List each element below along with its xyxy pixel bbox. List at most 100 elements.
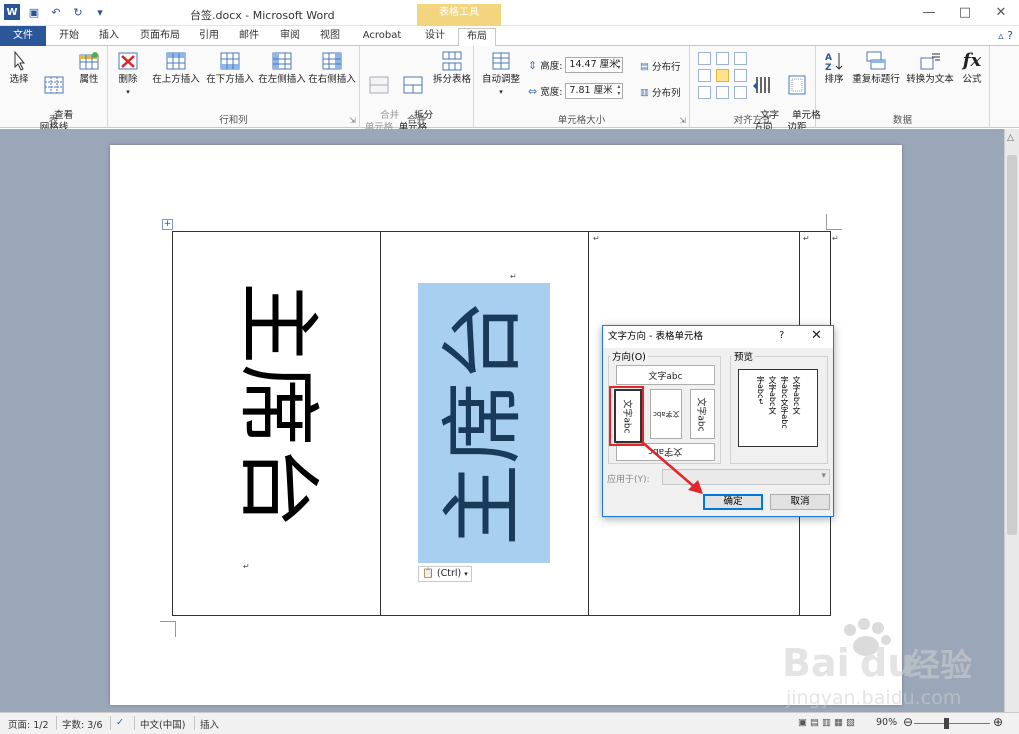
select-button[interactable]: 选择 bbox=[4, 50, 34, 86]
tab-review[interactable]: 审阅 bbox=[275, 28, 305, 46]
convert-to-text-button[interactable]: 转换为文本 bbox=[904, 50, 956, 86]
distribute-columns-button[interactable]: ▥ 分布列 bbox=[640, 85, 681, 100]
repeat-header-rows-button[interactable]: 重复标题行 bbox=[850, 50, 902, 86]
insert-right-button[interactable]: 在右侧插入 bbox=[306, 50, 358, 86]
view-mode-icons[interactable]: ▣ ▤ ▥ ▦ ▧ bbox=[798, 717, 855, 728]
word-count[interactable]: 字数: 3/6 bbox=[62, 717, 103, 731]
paragraph-mark: ↵ bbox=[510, 272, 517, 281]
width-spinner[interactable]: 7.81 厘米 bbox=[565, 83, 624, 99]
zoom-slider-thumb[interactable] bbox=[944, 718, 949, 729]
group-rows-columns-label: 行和列 bbox=[219, 115, 248, 126]
cell-2-text[interactable]: 主席台 bbox=[436, 300, 531, 546]
help-icon[interactable]: ? bbox=[779, 330, 784, 341]
proofing-icon[interactable]: ✓ bbox=[116, 717, 124, 728]
cell-1-text-wrap: 主席台 bbox=[180, 240, 374, 570]
split-table-icon bbox=[442, 51, 462, 71]
rows-columns-launcher-icon[interactable]: ⇲ bbox=[349, 116, 356, 125]
undo-icon[interactable]: ↶ bbox=[48, 4, 64, 20]
redo-icon[interactable]: ↻ bbox=[70, 4, 86, 20]
distribute-columns-icon: ▥ bbox=[640, 86, 649, 98]
cell-1-text[interactable]: 主席台 bbox=[230, 282, 325, 528]
direction-option-horizontal[interactable]: 文字abc bbox=[616, 365, 715, 385]
status-separator bbox=[194, 716, 195, 730]
delete-button[interactable]: 删除 ▾ bbox=[112, 50, 144, 98]
insert-left-button[interactable]: 在左侧插入 bbox=[256, 50, 308, 86]
insert-below-button[interactable]: 在下方插入 bbox=[204, 50, 256, 86]
insert-right-label: 在右侧插入 bbox=[308, 74, 356, 85]
align-middle-center-button[interactable] bbox=[716, 69, 729, 82]
tab-design[interactable]: 设计 bbox=[418, 28, 452, 46]
autofit-label: 自动调整 bbox=[481, 74, 520, 85]
table-move-handle[interactable]: + bbox=[162, 219, 173, 230]
annotation-arrow bbox=[641, 441, 703, 494]
table-tools-context-label: 表格工具 bbox=[417, 4, 501, 26]
preview-label: 预览 bbox=[732, 349, 756, 363]
cell-size-launcher-icon[interactable]: ⇲ bbox=[679, 116, 686, 125]
cancel-button[interactable]: 取消 bbox=[770, 494, 830, 510]
formula-button[interactable]: fx 公式 bbox=[958, 50, 986, 86]
tab-layout[interactable]: 布局 bbox=[458, 28, 496, 47]
tab-references[interactable]: 引用 bbox=[194, 28, 224, 46]
customize-qat-icon[interactable]: ▾ bbox=[92, 4, 108, 20]
zoom-out-icon[interactable]: ⊖ bbox=[903, 715, 913, 729]
baidu-jingyan-watermark: Bai du 经验 jingyan.baidu.com bbox=[782, 618, 972, 709]
insert-above-button[interactable]: 在上方插入 bbox=[150, 50, 202, 86]
properties-button[interactable]: 属性 bbox=[74, 50, 104, 86]
save-icon[interactable]: ▣ bbox=[26, 4, 42, 20]
zoom-slider[interactable] bbox=[914, 723, 990, 724]
gridlines-icon bbox=[44, 76, 64, 94]
align-top-right-button[interactable] bbox=[734, 52, 747, 65]
paste-options-button[interactable]: 📋 (Ctrl) ▾ bbox=[418, 566, 472, 582]
preview-box: 文字abc文 字abc文字abc 文字abc文 字abc↵ bbox=[738, 369, 818, 447]
height-spinner[interactable]: 14.47 厘米 bbox=[565, 57, 624, 73]
split-table-label: 拆分表格 bbox=[432, 74, 471, 85]
tab-view[interactable]: 视图 bbox=[315, 28, 345, 46]
page-count[interactable]: 页面: 1/2 bbox=[8, 717, 49, 731]
distribute-rows-icon: ▤ bbox=[640, 60, 649, 72]
vertical-scrollbar[interactable]: △ bbox=[1004, 129, 1019, 712]
align-bottom-center-button[interactable] bbox=[716, 86, 729, 99]
autofit-button[interactable]: 自动调整 ▾ bbox=[478, 50, 524, 98]
align-bottom-right-button[interactable] bbox=[734, 86, 747, 99]
tab-mailings[interactable]: 邮件 bbox=[234, 28, 264, 46]
sort-button[interactable]: AZ 排序 bbox=[820, 50, 848, 86]
insert-above-label: 在上方插入 bbox=[152, 74, 200, 85]
preview-line: 文字abc文 bbox=[768, 376, 777, 415]
split-table-button[interactable]: 拆分表格 bbox=[430, 50, 474, 86]
align-top-left-button[interactable] bbox=[698, 52, 711, 65]
group-cell-size-label: 单元格大小 bbox=[557, 115, 606, 126]
tab-page-layout[interactable]: 页面布局 bbox=[134, 28, 186, 46]
delete-dropdown-icon: ▾ bbox=[126, 88, 130, 96]
direction-option-vertical-left[interactable]: 文字abc bbox=[690, 389, 715, 439]
zoom-in-icon[interactable]: ⊕ bbox=[993, 715, 1003, 729]
group-rows-columns: 删除 ▾ 在上方插入 在下方插入 在左侧插入 在右侧插入 行和列 ⇲ bbox=[108, 46, 360, 128]
repeat-header-icon bbox=[866, 51, 886, 70]
tab-home[interactable]: 开始 bbox=[52, 28, 86, 46]
zoom-level[interactable]: 90% bbox=[876, 717, 897, 728]
distribute-rows-button[interactable]: ▤ 分布行 bbox=[640, 59, 681, 74]
insert-mode[interactable]: 插入 bbox=[200, 717, 219, 731]
ribbon-help-icon[interactable]: ▵ ? bbox=[998, 29, 1013, 42]
maximize-button[interactable]: □ bbox=[947, 0, 983, 26]
tab-acrobat[interactable]: Acrobat bbox=[356, 28, 408, 46]
tab-insert[interactable]: 插入 bbox=[94, 28, 124, 46]
height-label: 高度: bbox=[540, 61, 563, 72]
group-table: 选择 查看 网格线 属性 表 bbox=[0, 46, 108, 133]
align-top-center-button[interactable] bbox=[716, 52, 729, 65]
align-middle-right-button[interactable] bbox=[734, 69, 747, 82]
align-bottom-left-button[interactable] bbox=[698, 86, 711, 99]
scrollbar-thumb[interactable] bbox=[1007, 155, 1017, 535]
select-label: 选择 bbox=[9, 74, 29, 85]
close-icon[interactable]: ✕ bbox=[811, 328, 822, 343]
tab-file[interactable]: 文件 bbox=[0, 26, 46, 46]
align-middle-left-button[interactable] bbox=[698, 69, 711, 82]
direction-option-vertical-stacked[interactable]: 文字abc bbox=[650, 389, 682, 439]
ok-button[interactable]: 确定 bbox=[703, 494, 763, 510]
close-button[interactable]: ✕ bbox=[983, 0, 1019, 26]
minimize-button[interactable]: — bbox=[911, 0, 947, 26]
language-indicator[interactable]: 中文(中国) bbox=[140, 717, 185, 731]
selected-option-highlight bbox=[609, 386, 644, 446]
window-title: 台签.docx - Microsoft Word bbox=[190, 9, 335, 22]
preview-line: 字abc↵ bbox=[756, 376, 765, 406]
ruler-toggle-icon[interactable]: △ bbox=[1007, 133, 1014, 143]
